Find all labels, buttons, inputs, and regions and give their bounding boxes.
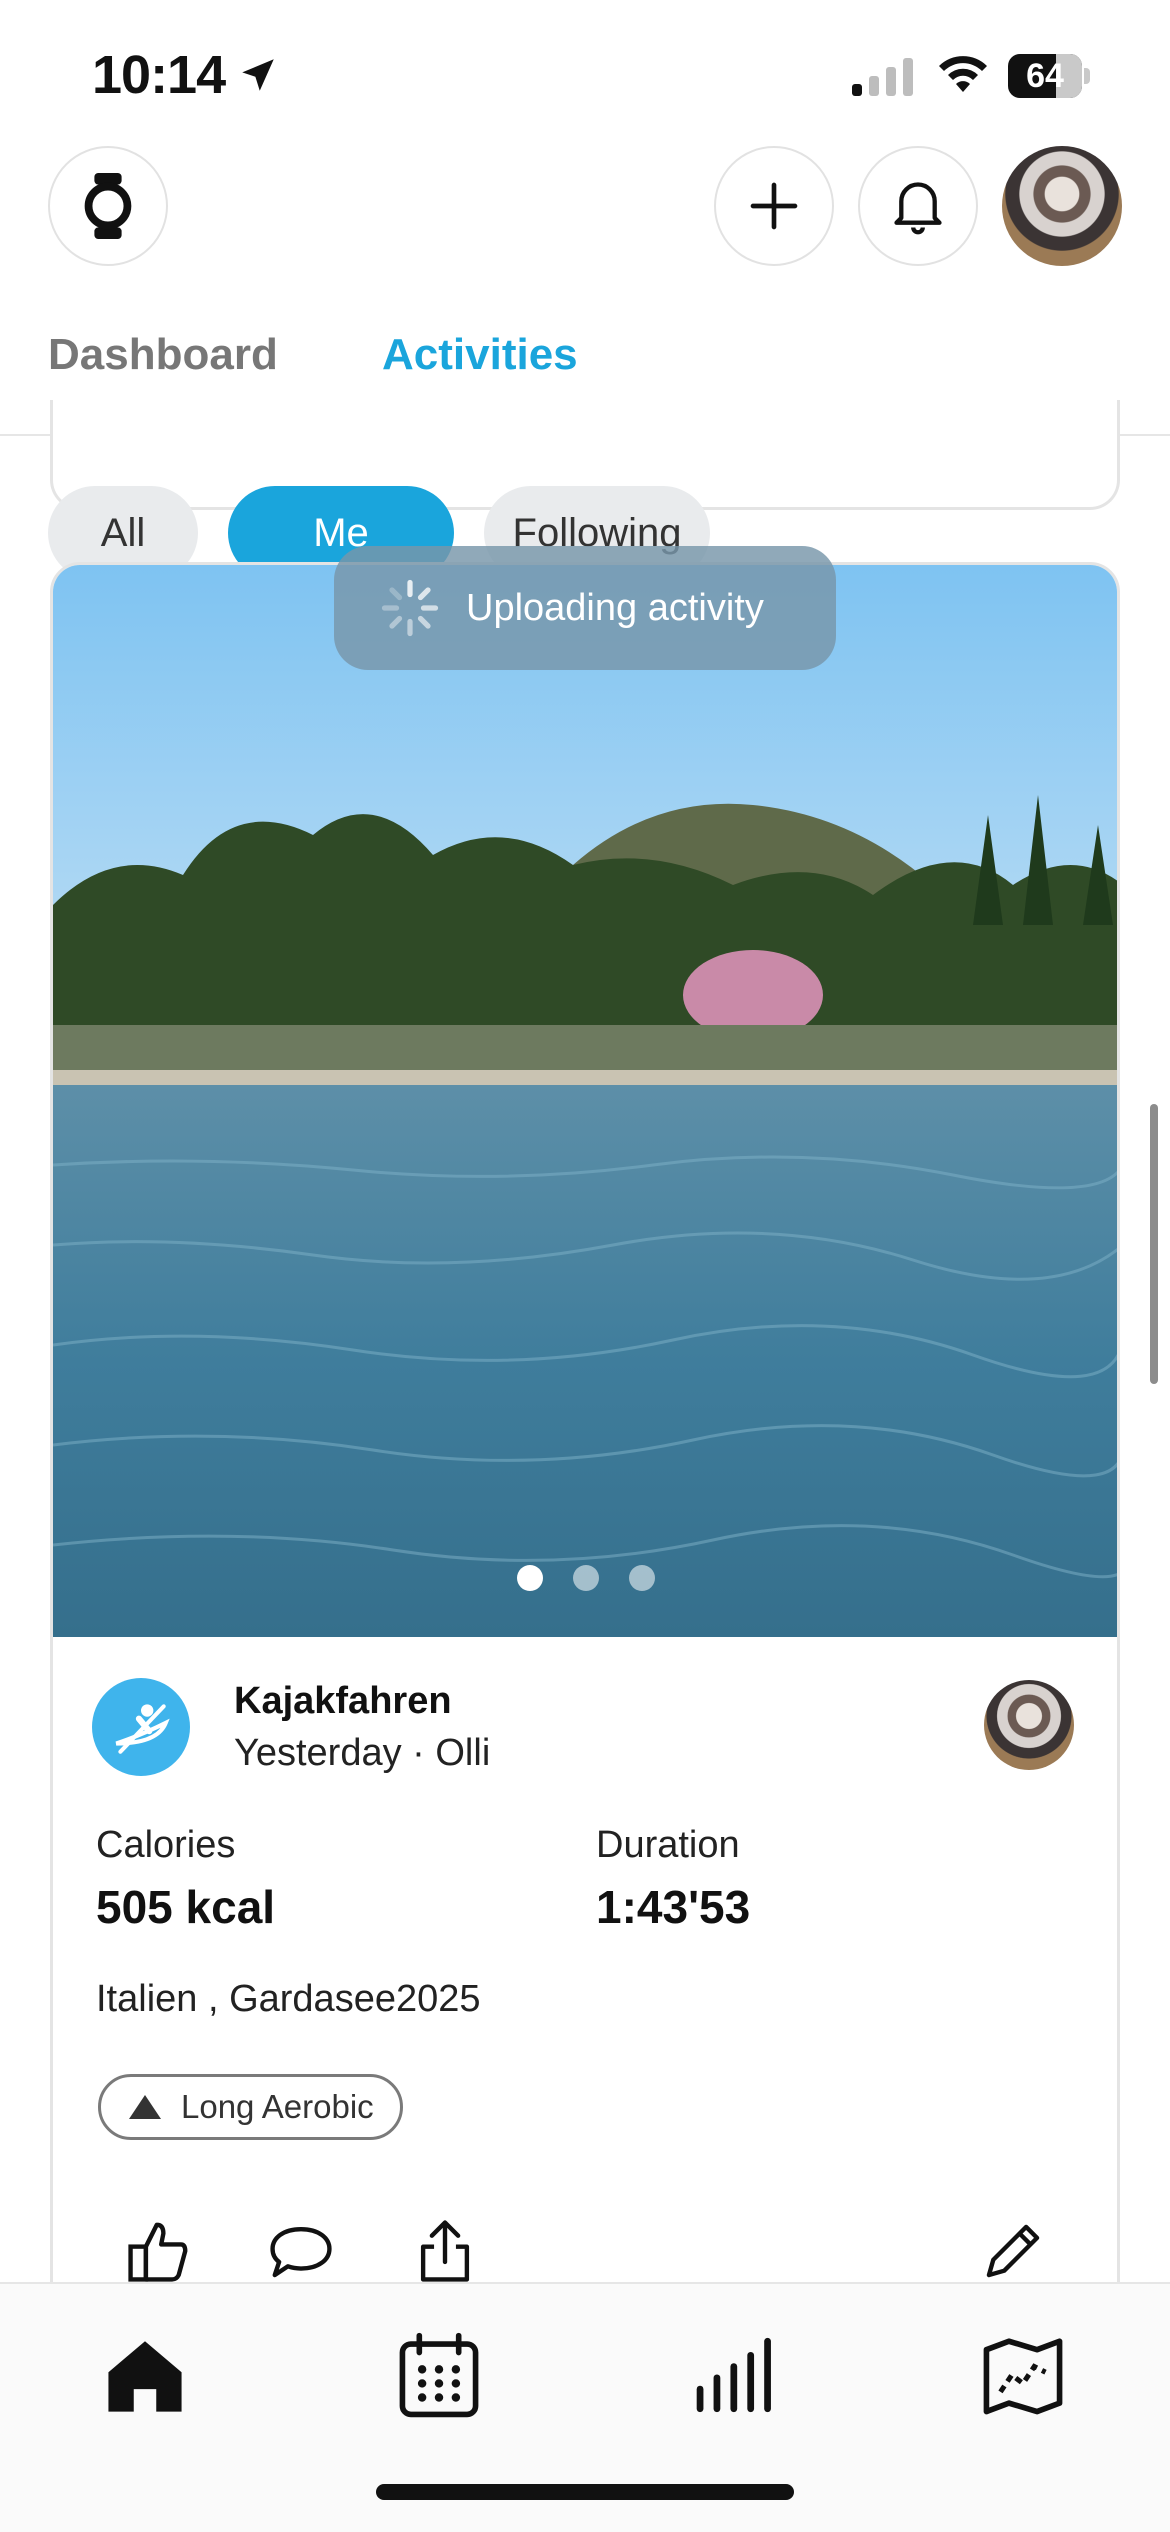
home-icon[interactable] <box>100 2330 190 2420</box>
stats-icon[interactable] <box>686 2330 776 2420</box>
duration-value: 1:43'53 <box>596 1881 751 1933</box>
scrollbar[interactable] <box>1150 1104 1158 1384</box>
battery-indicator: 64 <box>1008 54 1090 98</box>
home-indicator <box>376 2484 794 2500</box>
activity-photo[interactable] <box>53 565 1120 1637</box>
spinner-icon <box>381 579 439 637</box>
battery-level: 64 <box>1026 56 1064 95</box>
plus-icon <box>750 182 798 230</box>
pager-dot[interactable] <box>573 1565 599 1591</box>
toast-text: Uploading activity <box>466 586 764 629</box>
kayak-icon <box>115 1704 170 1754</box>
like-icon[interactable] <box>124 2216 194 2286</box>
training-effect-badge: Long Aerobic <box>98 2074 403 2140</box>
profile-avatar[interactable] <box>1002 146 1122 266</box>
calories-value: 505 kcal <box>96 1881 276 1933</box>
share-icon[interactable] <box>410 2216 480 2286</box>
bell-icon <box>894 182 942 235</box>
comment-icon[interactable] <box>266 2216 336 2286</box>
notifications-button[interactable] <box>858 146 978 266</box>
add-button[interactable] <box>714 146 834 266</box>
activity-subtitle: Yesterday · Olli <box>234 1732 491 1774</box>
tab-activities[interactable]: Activities <box>382 330 578 380</box>
watch-icon <box>84 172 132 240</box>
photo-pager[interactable] <box>517 1565 655 1591</box>
wifi-icon <box>939 56 987 92</box>
calories-label: Calories <box>96 1824 236 1866</box>
sport-badge <box>92 1678 190 1776</box>
cell-signal-icon <box>852 58 913 96</box>
pager-dot[interactable] <box>629 1565 655 1591</box>
activity-title[interactable]: Kajakfahren <box>234 1680 452 1723</box>
map-icon[interactable] <box>978 2330 1068 2420</box>
status-time: 10:14 <box>92 44 279 106</box>
triangle-icon <box>129 2095 161 2119</box>
calendar-icon[interactable] <box>394 2330 484 2420</box>
watch-button[interactable] <box>48 146 168 266</box>
owner-avatar[interactable] <box>984 1680 1074 1770</box>
location-arrow-icon <box>242 59 274 91</box>
badge-label: Long Aerobic <box>181 2088 374 2125</box>
tab-dashboard[interactable]: Dashboard <box>48 330 278 380</box>
duration-label: Duration <box>596 1824 740 1866</box>
activity-location: Italien , Gardasee2025 <box>96 1978 481 2020</box>
upload-toast: Uploading activity <box>334 546 836 670</box>
edit-icon[interactable] <box>978 2216 1048 2286</box>
status-time-text: 10:14 <box>92 45 226 105</box>
pager-dot[interactable] <box>517 1565 543 1591</box>
